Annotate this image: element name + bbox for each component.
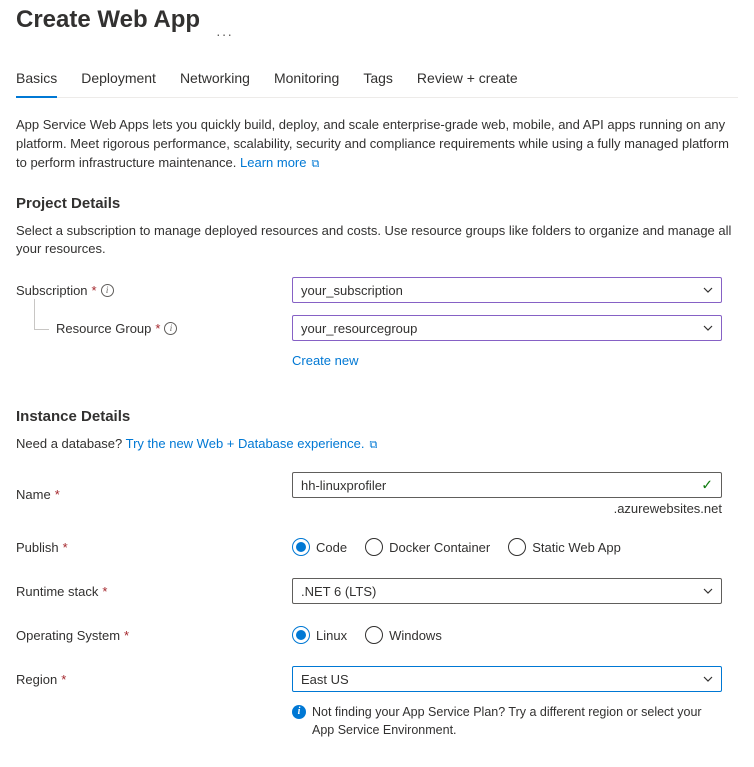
required-marker: * — [55, 487, 60, 502]
resource-group-label: Resource Group — [56, 321, 151, 336]
tab-basics[interactable]: Basics — [16, 62, 57, 98]
subscription-label: Subscription — [16, 283, 88, 298]
os-radio-group: Linux Windows — [292, 626, 722, 644]
chevron-down-icon — [703, 676, 713, 682]
required-marker: * — [61, 672, 66, 687]
publish-radio-docker[interactable]: Docker Container — [365, 538, 490, 556]
db-prompt: Need a database? Try the new Web + Datab… — [16, 435, 738, 454]
tabs-bar: Basics Deployment Networking Monitoring … — [16, 62, 738, 98]
instance-details-heading: Instance Details — [16, 408, 738, 425]
chevron-down-icon — [703, 588, 713, 594]
runtime-select[interactable]: .NET 6 (LTS) — [292, 578, 722, 604]
required-marker: * — [92, 283, 97, 298]
resource-group-select[interactable]: your_resourcegroup — [292, 315, 722, 341]
required-marker: * — [63, 540, 68, 555]
external-link-icon: ⧉ — [366, 439, 377, 451]
external-link-icon: ⧉ — [308, 158, 319, 170]
required-marker: * — [155, 321, 160, 336]
project-details-heading: Project Details — [16, 195, 738, 212]
chevron-down-icon — [703, 325, 713, 331]
check-icon: ✓ — [701, 477, 713, 494]
learn-more-link[interactable]: Learn more ⧉ — [240, 155, 319, 170]
region-hint: i Not finding your App Service Plan? Try… — [292, 704, 722, 739]
intro-text: App Service Web Apps lets you quickly bu… — [16, 116, 738, 173]
tab-networking[interactable]: Networking — [180, 62, 250, 98]
publish-radio-code[interactable]: Code — [292, 538, 347, 556]
info-icon[interactable]: i — [164, 322, 177, 335]
tab-deployment[interactable]: Deployment — [81, 62, 156, 98]
name-input[interactable]: hh-linuxprofiler ✓ — [292, 472, 722, 498]
runtime-label: Runtime stack — [16, 584, 98, 599]
region-select[interactable]: East US — [292, 666, 722, 692]
os-radio-linux[interactable]: Linux — [292, 626, 347, 644]
os-label: Operating System — [16, 628, 120, 643]
more-icon[interactable]: ··· — [216, 26, 233, 42]
info-icon[interactable]: i — [101, 284, 114, 297]
create-new-link[interactable]: Create new — [292, 353, 358, 368]
subscription-select[interactable]: your_subscription — [292, 277, 722, 303]
os-radio-windows[interactable]: Windows — [365, 626, 442, 644]
publish-radio-static[interactable]: Static Web App — [508, 538, 621, 556]
info-filled-icon: i — [292, 705, 306, 719]
web-db-link[interactable]: Try the new Web + Database experience. ⧉ — [126, 436, 378, 451]
tab-review[interactable]: Review + create — [417, 62, 518, 98]
domain-suffix: .azurewebsites.net — [292, 501, 722, 516]
tab-monitoring[interactable]: Monitoring — [274, 62, 339, 98]
region-label: Region — [16, 672, 57, 687]
page-title: Create Web App — [16, 6, 200, 34]
required-marker: * — [124, 628, 129, 643]
required-marker: * — [102, 584, 107, 599]
project-details-desc: Select a subscription to manage deployed… — [16, 222, 738, 260]
publish-label: Publish — [16, 540, 59, 555]
publish-radio-group: Code Docker Container Static Web App — [292, 538, 722, 556]
tab-tags[interactable]: Tags — [363, 62, 393, 98]
chevron-down-icon — [703, 287, 713, 293]
name-label: Name — [16, 487, 51, 502]
